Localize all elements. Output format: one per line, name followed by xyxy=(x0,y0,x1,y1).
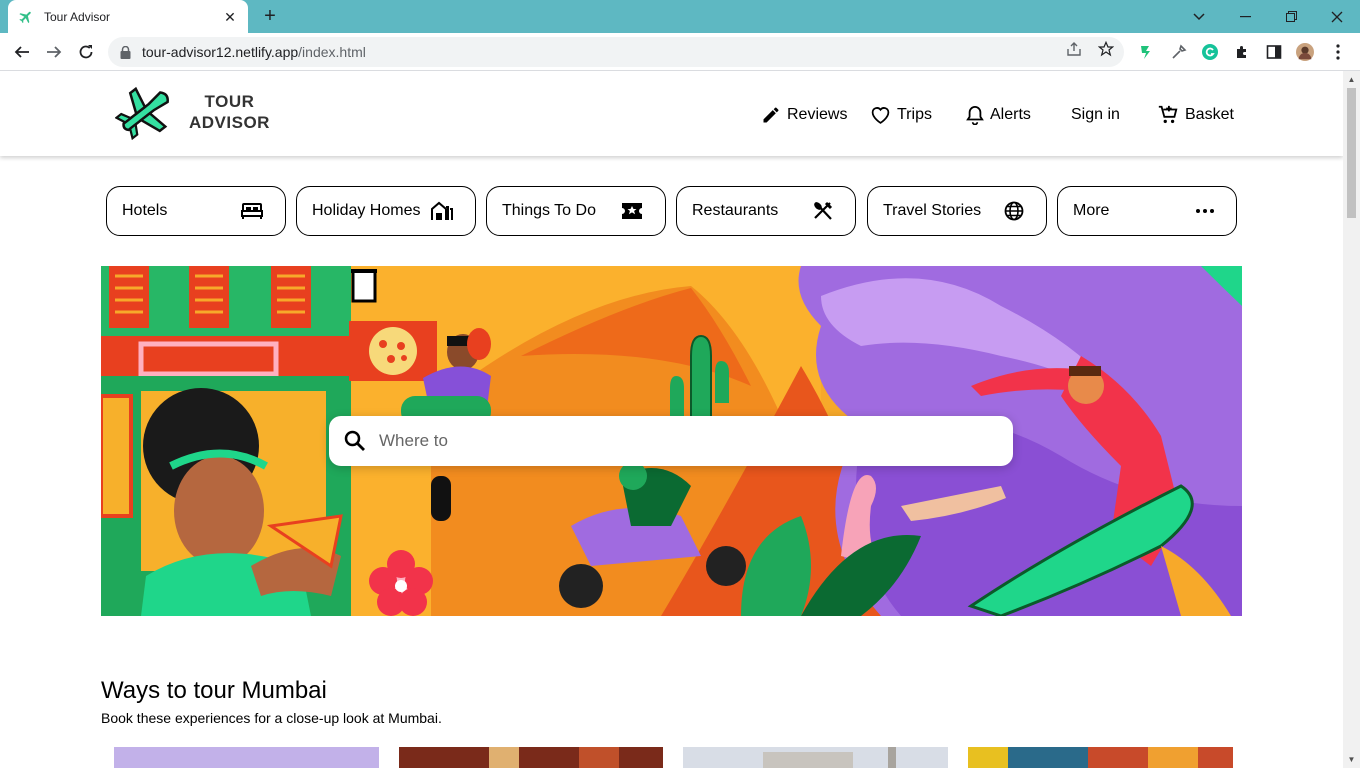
scrollbar-thumb[interactable] xyxy=(1347,88,1356,218)
browser-tab[interactable]: Tour Advisor ✕ xyxy=(8,0,248,33)
nav-alerts-label: Alerts xyxy=(990,106,1031,123)
experience-card-image xyxy=(968,747,1233,768)
tab-title: Tour Advisor xyxy=(44,9,111,24)
category-label: Restaurants xyxy=(692,202,779,219)
basket-cart-icon xyxy=(1158,105,1178,124)
site-logo[interactable]: TOUR ADVISOR xyxy=(115,84,270,140)
category-bar: Hotels Holiday Homes Things To Do Restau… xyxy=(106,186,1238,236)
nav-signin-label: Sign in xyxy=(1071,106,1120,123)
url-path: /index.html xyxy=(298,44,366,60)
section-subtitle: Book these experiences for a close-up lo… xyxy=(101,710,442,726)
category-travel-stories[interactable]: Travel Stories xyxy=(867,186,1047,236)
scroll-up-arrow-icon[interactable]: ▲ xyxy=(1347,75,1356,84)
page-viewport: TOUR ADVISOR Reviews Trips Alerts Sign i… xyxy=(0,71,1343,768)
nav-trips[interactable]: Trips xyxy=(870,103,932,127)
more-dots-icon xyxy=(1196,209,1214,213)
heart-icon xyxy=(871,107,890,124)
logo-line-1: TOUR xyxy=(204,92,255,111)
holiday-home-icon xyxy=(431,201,453,220)
pencil-icon xyxy=(763,107,779,123)
share-icon[interactable] xyxy=(1065,40,1083,58)
eyedropper-icon[interactable] xyxy=(1170,43,1188,61)
reload-icon[interactable] xyxy=(74,40,98,64)
minimize-icon[interactable] xyxy=(1222,0,1268,33)
extensions-puzzle-icon[interactable] xyxy=(1233,43,1251,61)
category-label: Holiday Homes xyxy=(312,202,421,219)
lock-icon xyxy=(120,45,134,59)
bookmark-star-icon[interactable] xyxy=(1097,40,1115,58)
experience-card-image xyxy=(114,747,379,768)
section-title: Ways to tour Mumbai xyxy=(101,677,327,704)
logo-text: TOUR ADVISOR xyxy=(189,91,270,133)
airplane-logo-icon xyxy=(115,86,169,140)
extension-green-icon[interactable] xyxy=(1137,43,1155,61)
nav-reviews[interactable]: Reviews xyxy=(761,103,847,127)
url-host: tour-advisor12.netlify.app xyxy=(142,44,299,60)
experience-card[interactable] xyxy=(399,747,664,768)
nav-signin[interactable]: Sign in xyxy=(1071,103,1120,127)
search-icon xyxy=(344,430,365,451)
ticket-star-icon xyxy=(622,203,642,219)
category-label: Travel Stories xyxy=(883,202,982,219)
category-more[interactable]: More xyxy=(1057,186,1237,236)
nav-alerts[interactable]: Alerts xyxy=(966,103,1031,127)
nav-basket[interactable]: Basket xyxy=(1157,103,1234,127)
bell-icon xyxy=(966,105,984,125)
category-label: Things To Do xyxy=(502,202,596,219)
airplane-favicon-icon xyxy=(18,9,34,25)
nav-reviews-label: Reviews xyxy=(787,106,848,123)
globe-icon xyxy=(1004,201,1024,221)
browser-menu-icon[interactable] xyxy=(1329,43,1347,61)
category-holiday-homes[interactable]: Holiday Homes xyxy=(296,186,476,236)
site-header: TOUR ADVISOR Reviews Trips Alerts Sign i… xyxy=(0,71,1343,156)
scroll-down-arrow-icon[interactable]: ▼ xyxy=(1347,755,1356,764)
category-restaurants[interactable]: Restaurants xyxy=(676,186,856,236)
experience-card-image xyxy=(399,747,663,768)
search-bar[interactable] xyxy=(329,416,1013,466)
bed-icon xyxy=(241,203,263,219)
back-icon[interactable] xyxy=(10,40,34,64)
restore-icon[interactable] xyxy=(1268,0,1314,33)
profile-avatar-icon[interactable] xyxy=(1296,43,1314,61)
experience-card[interactable] xyxy=(114,747,379,768)
side-panel-icon[interactable] xyxy=(1265,43,1283,61)
tab-close-icon[interactable]: ✕ xyxy=(222,9,238,25)
category-hotels[interactable]: Hotels xyxy=(106,186,286,236)
logo-line-2: ADVISOR xyxy=(189,113,270,132)
category-label: Hotels xyxy=(122,202,168,219)
nav-trips-label: Trips xyxy=(897,106,932,123)
category-label: More xyxy=(1073,202,1110,219)
browser-tabstrip: Tour Advisor ✕ + xyxy=(0,0,1360,33)
close-window-icon[interactable] xyxy=(1314,0,1360,33)
tab-search-icon[interactable] xyxy=(1176,0,1222,33)
experience-card[interactable] xyxy=(683,747,948,768)
fork-knife-icon xyxy=(814,201,833,220)
search-input[interactable] xyxy=(379,431,979,451)
forward-icon[interactable] xyxy=(42,40,66,64)
page-scrollbar[interactable]: ▲ ▼ xyxy=(1343,71,1360,768)
nav-basket-label: Basket xyxy=(1185,106,1234,123)
new-tab-icon[interactable]: + xyxy=(258,5,282,29)
address-bar[interactable]: tour-advisor12.netlify.app/index.html xyxy=(108,37,1124,67)
browser-toolbar: tour-advisor12.netlify.app/index.html xyxy=(0,33,1360,71)
experience-card[interactable] xyxy=(968,747,1233,768)
category-things-to-do[interactable]: Things To Do xyxy=(486,186,666,236)
grammarly-icon[interactable] xyxy=(1201,43,1219,61)
experience-card-image xyxy=(683,747,948,768)
